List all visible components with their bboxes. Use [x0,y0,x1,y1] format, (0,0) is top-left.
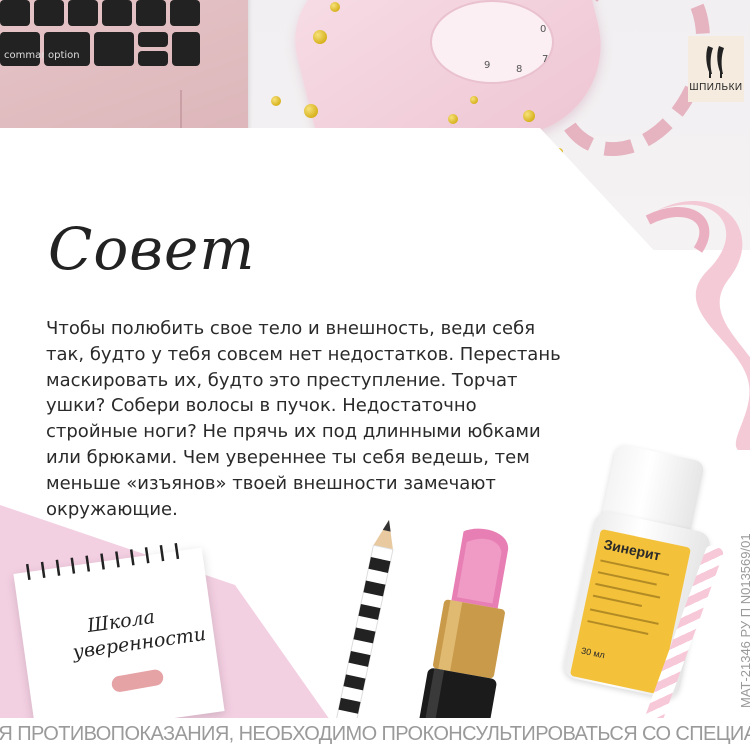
text-line: или брюками. Чем увереннее ты себя ведеш… [46,446,530,468]
command-key: command [0,32,54,66]
confetti-dot [470,96,478,104]
key [136,0,166,26]
dial-number: 0 [540,24,547,35]
label-line [592,594,643,608]
disclaimer-bar: ИМЕЮТСЯ ПРОТИВОПОКАЗАНИЯ, НЕОБХОДИМО ПРО… [0,718,750,750]
text-line: стройные ноги? Не прячь их под длинными … [46,421,541,443]
confetti-dot [523,110,535,122]
notepad-caption: Школа уверенности [68,598,207,664]
label-line [597,571,657,586]
arrow-up-key [138,32,168,47]
key [68,0,98,26]
brand-logo: ШПИЛЬКИ [688,36,744,102]
heading: Совет [48,215,256,283]
phone-dial: 9 8 7 0 [430,0,554,84]
confetti-dot [304,104,318,118]
text-line: окружающие. [46,498,178,520]
ribbon-image [645,200,750,450]
confetti-dot [313,30,327,44]
text-line: меньше «изъянов» твоей внешности замечаю… [46,472,496,494]
confetti-dot [271,96,281,106]
product-name: Зинерит [602,535,663,564]
high-heels-icon [706,46,724,78]
confetti-dot [330,2,340,12]
text-line: Чтобы полюбить свое тело и внешность, ве… [46,318,536,339]
dial-number: 9 [484,60,491,71]
key [0,0,30,26]
confetti-dot [448,114,458,124]
text-line: ушки? Собери волосы в пучок. Недостаточн… [46,395,477,417]
logo-text: ШПИЛЬКИ [689,82,743,93]
option-key: option [44,32,90,66]
arrow-down-key [138,51,168,66]
product-volume: 30 мл [580,645,606,661]
key [34,0,64,26]
key [172,32,200,66]
lipstick-swatch [110,668,165,694]
text-line: так, будто у тебя совсем нет недостатков… [46,343,561,365]
text-line: маскировать их, будто это преступление. … [46,369,518,391]
label-line [587,620,649,635]
dial-number: 7 [542,54,549,65]
dial-number: 8 [516,64,523,75]
key [170,0,200,26]
keyboard: command option [0,0,200,70]
key [102,0,132,26]
ad-canvas: command option 9 8 7 0 Совет Чтобы полюб… [0,0,750,750]
disclaimer-text: ИМЕЮТСЯ ПРОТИВОПОКАЗАНИЯ, НЕОБХОДИМО ПРО… [0,722,750,745]
notepad-image: Школа уверенности [13,542,225,738]
advice-text: Чтобы полюбить свое тело и внешность, ве… [46,316,646,522]
key [94,32,134,66]
registration-code: МАТ-21346 РУ П N013569/01 [738,533,750,708]
